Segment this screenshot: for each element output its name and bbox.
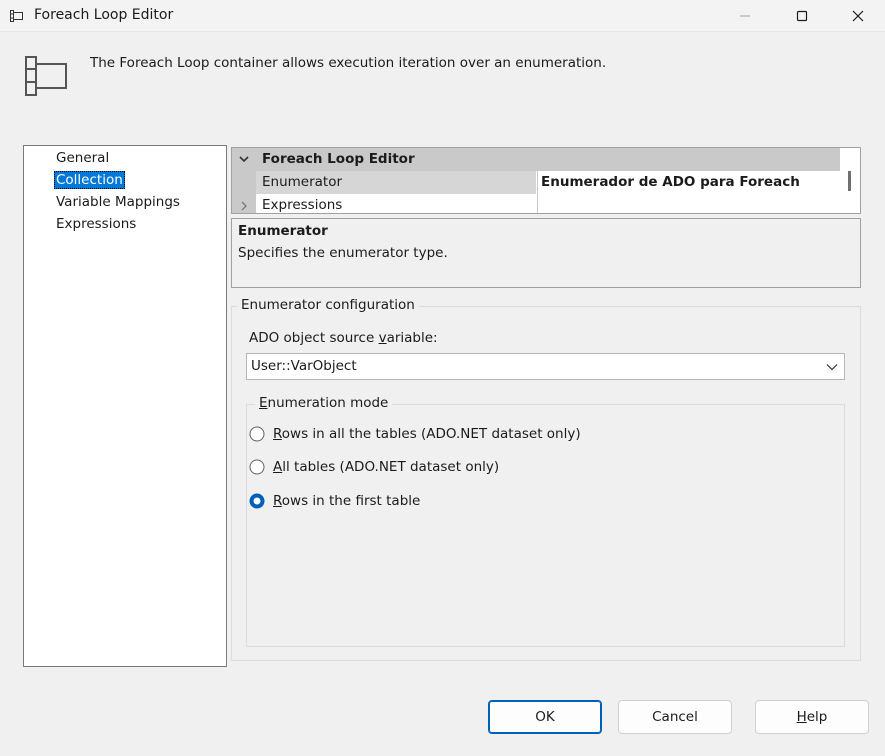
close-button[interactable] [835, 0, 881, 32]
property-category-label: Foreach Loop Editor [262, 151, 415, 167]
ado-source-variable-combo[interactable]: User::VarObject [246, 353, 845, 380]
help-button[interactable]: Help [755, 700, 869, 734]
ok-button[interactable]: OK [488, 700, 602, 734]
radio-label: Rows in all the tables (ADO.NET dataset … [273, 426, 581, 442]
property-grid[interactable]: Foreach Loop Editor Enumerator Enumerado… [231, 147, 861, 214]
minimize-button[interactable] [722, 0, 768, 32]
foreach-container-large-icon [25, 56, 67, 96]
property-value[interactable]: Enumerador de ADO para Foreach [537, 171, 840, 194]
chevron-down-icon[interactable] [238, 154, 250, 164]
property-grid-scrollbar[interactable] [840, 148, 860, 213]
radio-label: All tables (ADO.NET dataset only) [273, 459, 500, 475]
property-row-enumerator[interactable]: Enumerator Enumerador de ADO para Foreac… [232, 171, 840, 194]
combo-selected-value: User::VarObject [251, 358, 357, 374]
radio-unchecked-icon[interactable] [249, 426, 265, 442]
scrollbar-thumb[interactable] [848, 171, 851, 191]
ado-source-variable-label: ADO object source variable: [249, 330, 438, 346]
cancel-button[interactable]: Cancel [618, 700, 732, 734]
nav-item-collection[interactable]: Collection [54, 171, 125, 189]
radio-label: Rows in the first table [273, 493, 421, 509]
maximize-icon [796, 10, 808, 22]
window-title: Foreach Loop Editor [34, 7, 174, 23]
property-row-expressions[interactable]: Expressions [232, 194, 840, 213]
row-margin [232, 171, 256, 194]
property-value[interactable] [537, 194, 840, 213]
row-margin [232, 194, 256, 213]
property-name[interactable]: Expressions [256, 194, 536, 213]
foreach-container-icon [10, 10, 23, 22]
page-navigation-list[interactable]: General Collection Variable Mappings Exp… [23, 145, 227, 667]
enumeration-mode-legend: Enumeration mode [255, 395, 393, 411]
property-name[interactable]: Enumerator [256, 171, 536, 194]
description-title: Enumerator [238, 223, 328, 239]
maximize-button[interactable] [779, 0, 825, 32]
property-category-row[interactable]: Foreach Loop Editor [232, 148, 840, 171]
nav-item-general[interactable]: General [54, 149, 111, 167]
chevron-down-icon[interactable] [826, 363, 838, 371]
chevron-right-icon[interactable] [240, 201, 248, 211]
title-bar: Foreach Loop Editor [0, 0, 885, 32]
nav-item-expressions[interactable]: Expressions [54, 215, 138, 233]
enumerator-configuration-legend: Enumerator configuration [237, 297, 419, 313]
minimize-icon [740, 15, 750, 17]
radio-unchecked-icon[interactable] [249, 459, 265, 475]
close-icon [852, 10, 864, 22]
banner-description: The Foreach Loop container allows execut… [90, 55, 607, 71]
property-description-panel: Enumerator Specifies the enumerator type… [231, 218, 861, 288]
radio-checked-icon[interactable] [249, 493, 265, 509]
description-text: Specifies the enumerator type. [238, 245, 448, 261]
nav-item-variable-mappings[interactable]: Variable Mappings [54, 193, 182, 211]
